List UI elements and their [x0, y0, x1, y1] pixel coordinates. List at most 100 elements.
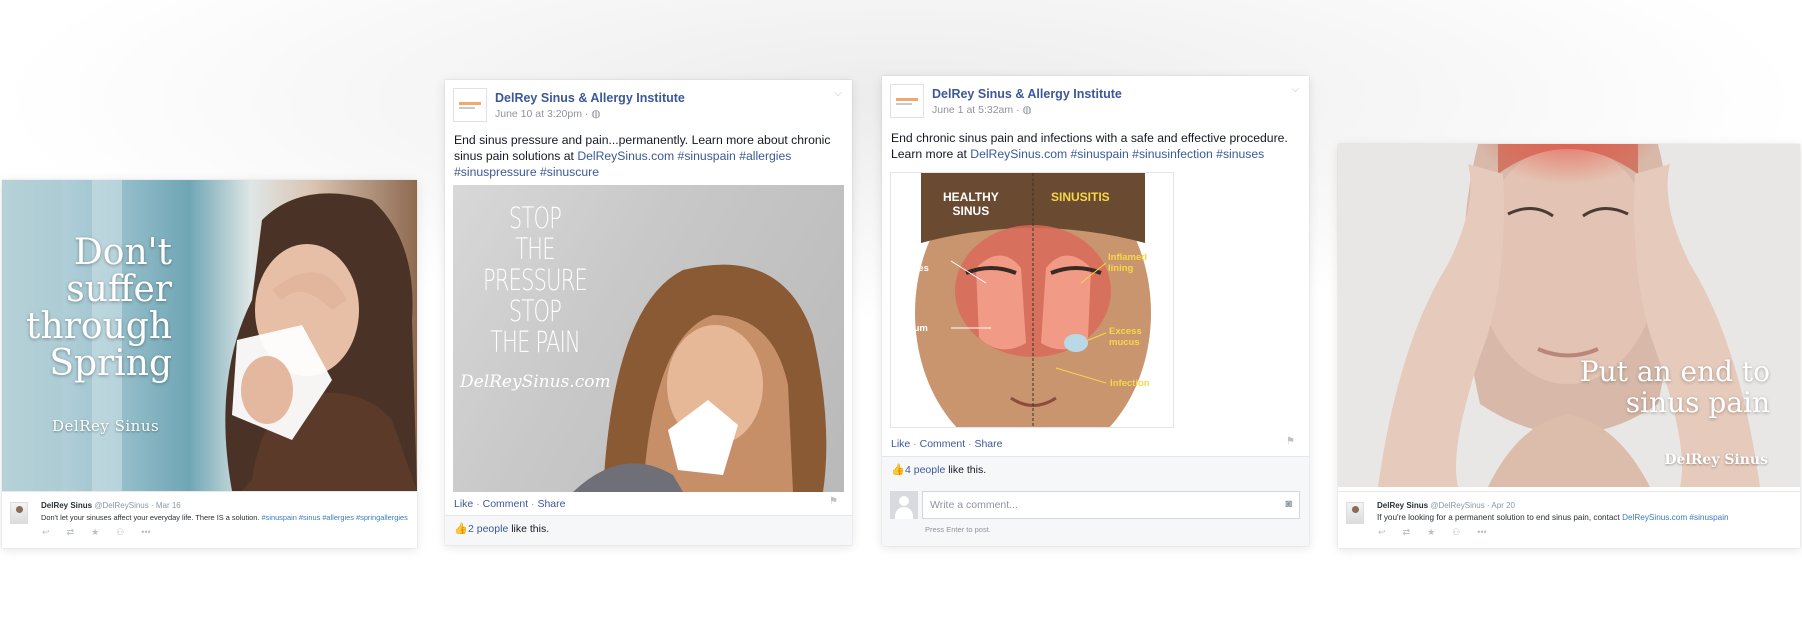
avatar[interactable]: [10, 502, 28, 524]
share-link[interactable]: Share: [974, 438, 1002, 450]
headline-line: sinus pain: [1625, 386, 1770, 419]
post-photo-sneezing-woman[interactable]: Don't suffer through Spring DelRey Sinus: [2, 180, 417, 491]
photo-brand: DelRey Sinus: [52, 417, 160, 435]
chevron-down-icon[interactable]: ⌵: [1291, 84, 1299, 95]
post-text-line: Learn more at DelReySinus.com #sinuspain…: [891, 146, 1288, 162]
post-links[interactable]: DelReySinus.com #sinuspain #allergies: [577, 149, 791, 163]
tweet-actions: ↩ ⇄ ★ ⚇ •••: [42, 527, 151, 538]
page-avatar[interactable]: [453, 88, 487, 122]
avatar[interactable]: [1346, 502, 1364, 524]
likes-bar: 👍 2 people like this.: [445, 515, 852, 545]
likes-bar: 👍 4 people like this. Write a comment...…: [882, 456, 1309, 546]
label-line: SINUS: [952, 204, 990, 218]
commenter-avatar: [890, 491, 918, 519]
tweet-handle-date: @DelReySinus · Mar 16: [94, 501, 181, 510]
press-enter-hint: Press Enter to post.: [925, 525, 991, 534]
label-excess-mucus: Excess mucus: [1109, 326, 1142, 348]
sinus-diagram-image[interactable]: HEALTHY SINUS SINUSITIS Nasal cavities S…: [890, 172, 1174, 428]
share-link[interactable]: Share: [537, 498, 565, 510]
flag-icon[interactable]: ⚑: [829, 496, 838, 507]
tweet-footer: DelRey Sinus @DelReySinus · Mar 16 Don't…: [2, 491, 417, 548]
headline-line: Put an end to: [1579, 355, 1770, 388]
retweet-icon[interactable]: ⇄: [1403, 527, 1411, 538]
post-text-line: sinus pain solutions at DelReySinus.com …: [454, 148, 830, 164]
photo-scene: [1378, 144, 1760, 487]
facebook-card-sinus-diagram: DelRey Sinus & Allergy Institute June 1 …: [882, 76, 1309, 546]
headline-line: STOP: [508, 201, 562, 235]
tweet-header: DelRey Sinus @DelReySinus · Mar 16: [41, 501, 181, 510]
photo-headline: Don't suffer through Spring: [2, 234, 172, 382]
likes-summary: 4 people like this.: [905, 464, 986, 476]
label-healthy-sinus: HEALTHY SINUS: [943, 190, 999, 218]
likes-suffix: like this.: [945, 464, 987, 476]
tweet-hashtags[interactable]: DelReySinus.com #sinuspain: [1622, 513, 1729, 522]
tweet-text: Don't let your sinuses affect your every…: [41, 513, 408, 522]
label-line: lining: [1108, 263, 1134, 274]
label-line: Inflamed: [1108, 252, 1148, 263]
post-text-prefix: sinus pain solutions at: [454, 149, 578, 163]
post-date: June 10 at 3:20pm · ◍: [495, 108, 600, 120]
post-photo-headache-woman[interactable]: Put an end to sinus pain DelRey Sinus: [1338, 144, 1800, 487]
globe-icon: ◍: [1022, 104, 1032, 116]
headline-line: through: [26, 306, 172, 347]
label-line: mucus: [1109, 337, 1140, 348]
post-links[interactable]: DelReySinus.com #sinuspain #sinusinfecti…: [970, 147, 1264, 161]
tweet-footer: DelRey Sinus @DelReySinus · Apr 20 If yo…: [1338, 491, 1800, 548]
favorite-icon[interactable]: ★: [1427, 527, 1435, 538]
page-avatar[interactable]: [890, 84, 924, 118]
label-line: Nasal: [894, 252, 920, 263]
flag-icon[interactable]: ⚑: [1286, 436, 1295, 447]
post-photo-sneezing-woman[interactable]: STOP THE PRESSURE STOP THE PAIN DelReySi…: [453, 185, 844, 492]
photo-watermark: DelReySinus.com: [460, 372, 611, 392]
like-link[interactable]: Like: [891, 438, 910, 450]
chevron-down-icon[interactable]: ⌵: [834, 88, 842, 99]
headline-line: Spring: [49, 343, 172, 384]
likes-count[interactable]: 2 people: [468, 523, 508, 535]
twitter-card-headache: Put an end to sinus pain DelRey Sinus De…: [1338, 144, 1800, 548]
post-hashtags[interactable]: #sinuspressure #sinuscure: [454, 164, 830, 180]
post-text: End sinus pressure and pain...permanentl…: [454, 132, 830, 180]
tweet-body: If you're looking for a permanent soluti…: [1377, 513, 1620, 522]
favorite-icon[interactable]: ★: [91, 527, 99, 538]
more-icon[interactable]: •••: [1477, 527, 1486, 538]
photo-headline: Put an end to sinus pain: [1580, 356, 1770, 418]
post-text-line: End sinus pressure and pain...permanentl…: [454, 133, 831, 147]
post-actions: Like · Comment · Share: [891, 438, 1003, 450]
post-actions: Like · Comment · Share: [454, 498, 566, 510]
follow-icon[interactable]: ⚇: [116, 527, 124, 538]
page-name[interactable]: DelRey Sinus & Allergy Institute: [495, 91, 685, 105]
photo-headline: STOP THE PRESSURE STOP THE PAIN: [481, 203, 589, 358]
tweet-header: DelRey Sinus @DelReySinus · Apr 20: [1377, 501, 1515, 510]
tweet-body: Don't let your sinuses affect your every…: [41, 513, 260, 522]
comment-link[interactable]: Comment: [920, 438, 966, 450]
facebook-card-stop-pressure: DelRey Sinus & Allergy Institute June 10…: [445, 80, 852, 545]
headline-line: PRESSURE: [482, 263, 588, 297]
post-date-text[interactable]: June 10 at 3:20pm ·: [495, 108, 591, 120]
tweet-hashtags[interactable]: #sinuspain #sinus #allergies #springalle…: [262, 513, 408, 522]
thumbs-up-icon: 👍: [891, 464, 905, 476]
page-name[interactable]: DelRey Sinus & Allergy Institute: [932, 87, 1122, 101]
follow-icon[interactable]: ⚇: [1452, 527, 1460, 538]
tweet-author[interactable]: DelRey Sinus: [1377, 501, 1428, 510]
comment-link[interactable]: Comment: [483, 498, 529, 510]
tweet-text: If you're looking for a permanent soluti…: [1377, 513, 1729, 522]
label-nasal-cavities: Nasal cavities: [894, 252, 929, 274]
label-septum: Septum: [893, 323, 928, 334]
tweet-author[interactable]: DelRey Sinus: [41, 501, 92, 510]
post-date-text[interactable]: June 1 at 5:32am ·: [932, 104, 1022, 116]
thumbs-up-icon: 👍: [454, 523, 468, 535]
likes-count[interactable]: 4 people: [905, 464, 945, 476]
like-link[interactable]: Like: [454, 498, 473, 510]
headline-line: STOP: [508, 294, 562, 328]
tweet-handle-date: @DelReySinus · Apr 20: [1430, 501, 1515, 510]
camera-icon[interactable]: ◙: [1285, 498, 1292, 510]
reply-icon[interactable]: ↩: [42, 527, 50, 538]
retweet-icon[interactable]: ⇄: [67, 527, 75, 538]
post-text-line: End chronic sinus pain and infections wi…: [891, 131, 1288, 145]
more-icon[interactable]: •••: [141, 527, 150, 538]
reply-icon[interactable]: ↩: [1378, 527, 1386, 538]
post-date: June 1 at 5:32am · ◍: [932, 104, 1032, 116]
post-text-prefix: Learn more at: [891, 147, 971, 161]
label-sinusitis: SINUSITIS: [1051, 190, 1110, 204]
comment-input[interactable]: Write a comment... ◙: [922, 491, 1300, 519]
